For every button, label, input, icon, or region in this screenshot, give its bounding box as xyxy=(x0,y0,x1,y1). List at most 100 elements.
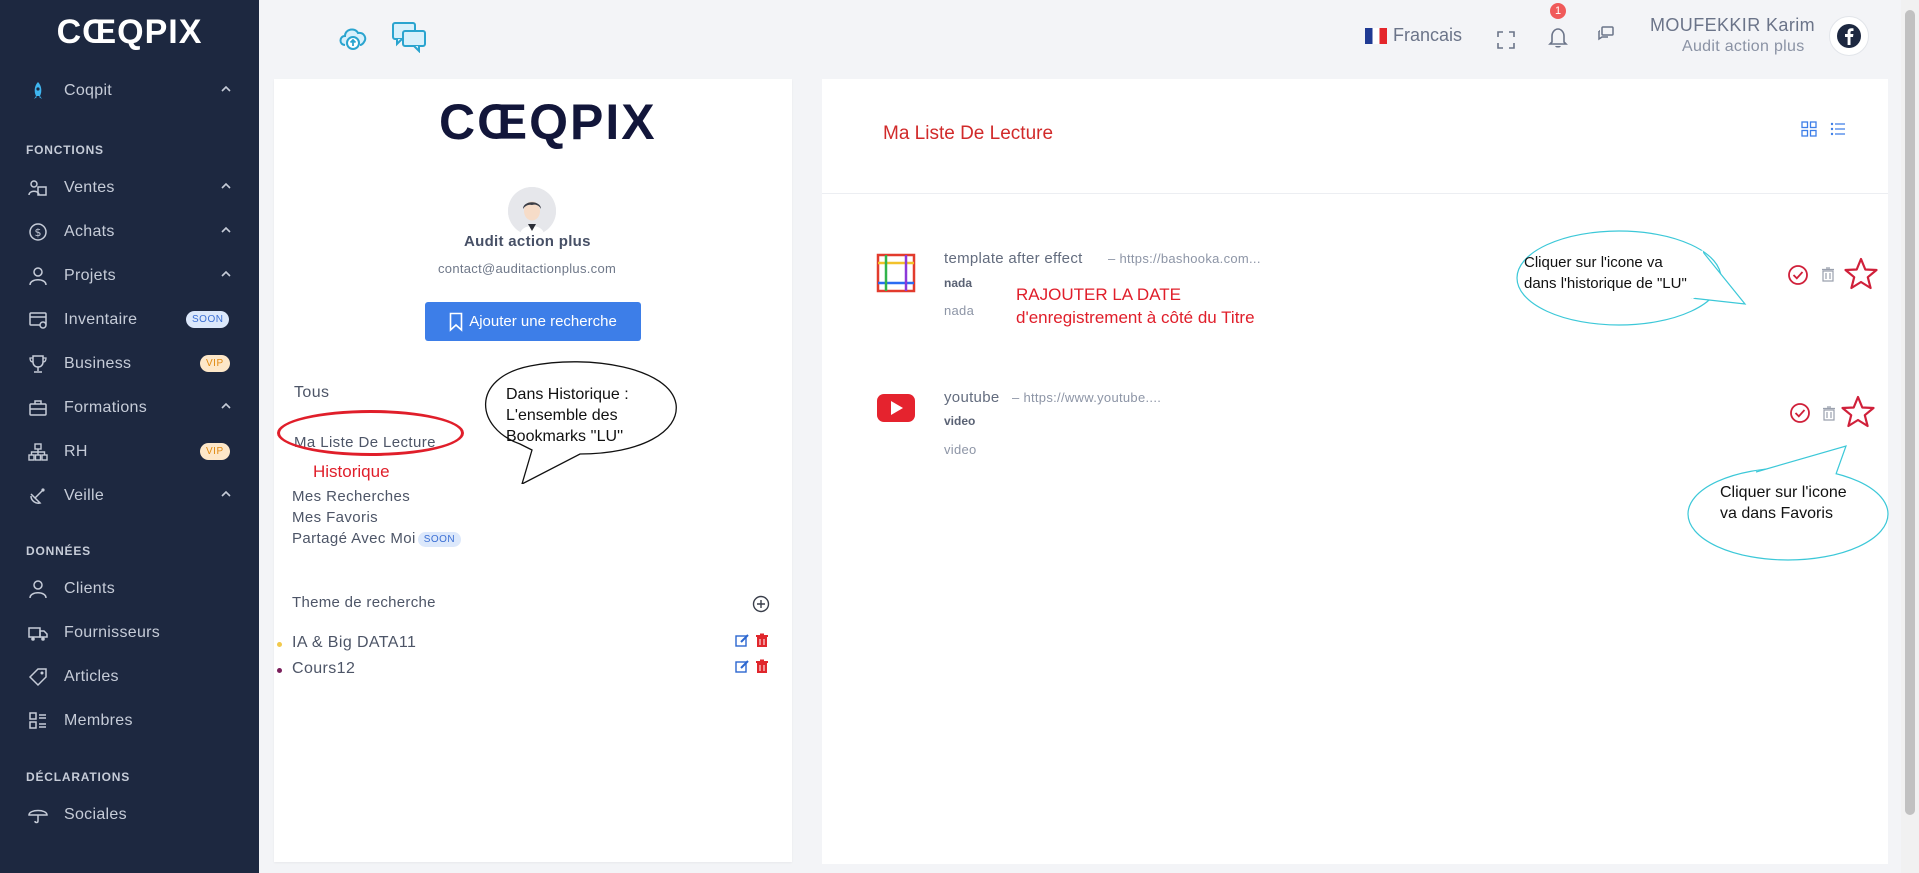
user-icon xyxy=(29,580,47,599)
chevron-up-icon xyxy=(221,270,231,277)
annotation-highlight xyxy=(277,410,464,456)
bell-icon[interactable] xyxy=(1548,26,1568,48)
trash-icon[interactable] xyxy=(1822,405,1836,422)
sidebar-item-articles[interactable]: Articles xyxy=(0,659,259,695)
item-title[interactable]: youtube xyxy=(944,389,999,406)
trash-icon[interactable] xyxy=(755,659,769,674)
sidebar-logo: CŒQPIX xyxy=(56,12,203,51)
grid-view-icon[interactable] xyxy=(1801,121,1817,137)
scrollbar-thumb[interactable] xyxy=(1905,10,1915,815)
chat-icon[interactable] xyxy=(391,21,427,53)
sidebar-item-label: Veille xyxy=(64,487,105,504)
satellite-icon xyxy=(30,488,45,504)
website-thumbnail-icon[interactable] xyxy=(876,253,916,293)
item-subtitle: nada xyxy=(944,276,973,290)
add-search-button[interactable]: Ajouter une recherche xyxy=(425,302,641,341)
soon-badge: SOON xyxy=(186,311,230,328)
user-name[interactable]: MOUFEKKIR Karim xyxy=(1650,15,1815,36)
truck-icon xyxy=(28,627,48,641)
sidebar-item-business[interactable]: Business VIP xyxy=(0,346,259,382)
messages-icon[interactable] xyxy=(1597,25,1615,43)
user-icon xyxy=(29,267,47,286)
sidebar-item-achats[interactable]: $ Achats xyxy=(0,214,259,250)
item-description: video xyxy=(944,442,977,457)
sidebar-item-rh[interactable]: RH VIP xyxy=(0,434,259,470)
item-subtitle: video xyxy=(944,414,976,428)
item-title[interactable]: template after effect xyxy=(944,250,1083,267)
sidebar-item-formations[interactable]: Formations xyxy=(0,390,259,426)
tag-icon xyxy=(28,668,47,687)
chevron-up-icon xyxy=(221,402,231,409)
user-org: Audit action plus xyxy=(1682,38,1805,55)
sidebar-item-inventaire[interactable]: Inventaire SOON xyxy=(0,302,259,338)
annotation-line: Dans Historique : xyxy=(506,386,629,403)
sidebar-item-fournisseurs[interactable]: Fournisseurs xyxy=(0,615,259,651)
sidebar-item-label: Clients xyxy=(64,580,116,597)
sidebar-item-label: Achats xyxy=(64,223,115,240)
language-selector[interactable]: Francais xyxy=(1365,25,1462,46)
svg-text:$: $ xyxy=(35,226,42,239)
theme-item[interactable]: Cours12 xyxy=(292,660,355,678)
edit-icon[interactable] xyxy=(735,659,750,674)
theme-item[interactable]: IA & Big DATA11 xyxy=(292,634,416,652)
org-name: Audit action plus xyxy=(464,233,591,250)
item-url[interactable]: – https://www.youtube.... xyxy=(1012,390,1161,405)
sidebar-item-label: Ventes xyxy=(64,179,115,196)
section-donnees: DONNÉES xyxy=(26,544,91,558)
sidebar: CŒQPIX Coqpit FONCTIONS Ventes $ Achats … xyxy=(0,0,259,873)
sidebar-item-label: RH xyxy=(64,443,88,460)
star-favorite-icon[interactable] xyxy=(1843,257,1879,291)
youtube-icon[interactable] xyxy=(876,393,916,423)
chevron-up-icon xyxy=(221,490,231,497)
mark-read-icon[interactable] xyxy=(1787,264,1809,286)
theme-color-dot xyxy=(277,642,282,647)
sidebar-item-veille[interactable]: Veille xyxy=(0,478,259,514)
page-title: Ma Liste De Lecture xyxy=(883,123,1054,144)
trash-icon[interactable] xyxy=(1821,266,1835,283)
org-email: contact@auditactionplus.com xyxy=(438,261,617,276)
umbrella-icon xyxy=(28,809,48,824)
edit-icon[interactable] xyxy=(735,633,750,648)
sidebar-item-clients[interactable]: Clients xyxy=(0,571,259,607)
person-avatar-icon xyxy=(508,187,556,235)
sidebar-item-coqpit[interactable]: Coqpit xyxy=(0,73,259,109)
chevron-up-icon xyxy=(221,182,231,189)
add-circle-icon[interactable] xyxy=(752,595,770,613)
dollar-icon: $ xyxy=(29,223,47,241)
chevron-up-icon xyxy=(221,226,231,233)
sidebar-item-ventes[interactable]: Ventes xyxy=(0,170,259,206)
briefcase-icon xyxy=(29,400,47,416)
fullscreen-icon[interactable] xyxy=(1496,30,1516,50)
menu-shared[interactable]: Partagé Avec Moi SOON xyxy=(292,530,462,547)
annotation-rajouter: RAJOUTER LA DATE d'enregistrement à côté… xyxy=(1016,283,1255,329)
cloud-upload-icon[interactable] xyxy=(336,20,370,54)
annotation-line: L'ensemble des xyxy=(506,407,618,424)
sidebar-item-label: Inventaire xyxy=(64,311,138,328)
org-chart-icon xyxy=(28,443,48,461)
annotation-line: Cliquer sur l'icone xyxy=(1720,484,1847,501)
trophy-icon xyxy=(29,355,47,373)
mark-read-icon[interactable] xyxy=(1789,402,1811,424)
annotation-line: dans l'historique de "LU" xyxy=(1524,275,1687,292)
menu-shared-label: Partagé Avec Moi xyxy=(292,530,416,547)
theme-color-dot xyxy=(277,668,282,673)
item-description: nada xyxy=(944,303,975,318)
sidebar-brand[interactable]: CŒQPIX xyxy=(0,0,259,64)
avatar[interactable] xyxy=(1829,16,1869,56)
sidebar-item-label: Articles xyxy=(64,668,119,685)
sidebar-item-sociales[interactable]: Sociales xyxy=(0,797,259,833)
menu-all[interactable]: Tous xyxy=(294,384,329,402)
bookmark-icon xyxy=(449,312,463,332)
item-url[interactable]: – https://bashooka.com... xyxy=(1108,251,1261,266)
section-declarations: DÉCLARATIONS xyxy=(26,770,131,784)
menu-searches[interactable]: Mes Recherches xyxy=(292,488,410,505)
sidebar-item-membres[interactable]: Membres xyxy=(0,703,259,739)
trash-icon[interactable] xyxy=(755,633,769,648)
annotation-bubble-historique: Dans Historique : L'ensemble des Bookmar… xyxy=(506,384,629,447)
list-view-icon[interactable] xyxy=(1830,121,1846,137)
sidebar-item-projets[interactable]: Projets xyxy=(0,258,259,294)
menu-favorites[interactable]: Mes Favoris xyxy=(292,509,378,526)
vip-badge: VIP xyxy=(200,443,230,460)
add-search-label: Ajouter une recherche xyxy=(469,313,617,330)
star-favorite-icon[interactable] xyxy=(1840,395,1876,429)
